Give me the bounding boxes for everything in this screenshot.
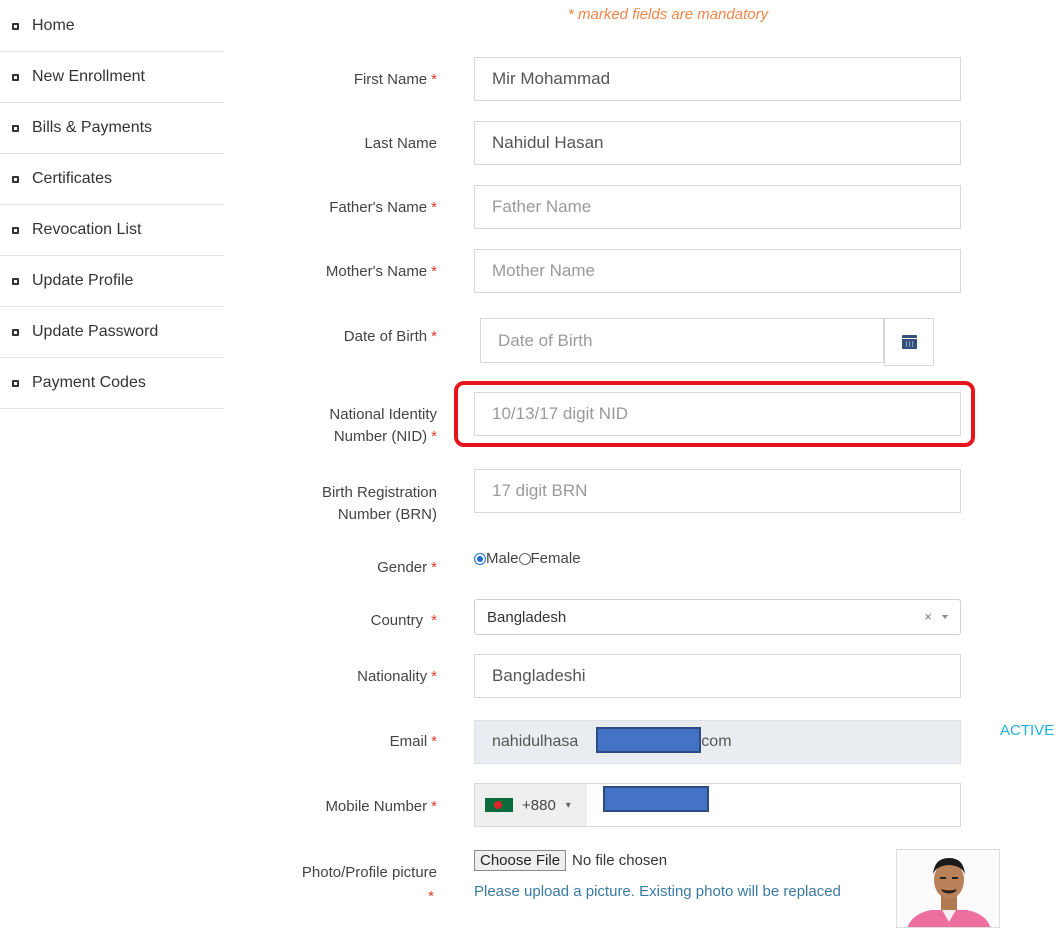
sidebar-item-update-password[interactable]: Update Password	[0, 307, 224, 358]
first-name-input[interactable]: Mir Mohammad	[474, 57, 961, 101]
father-name-input[interactable]: Father Name	[474, 185, 961, 229]
photo-label: Photo/Profile picture *	[301, 864, 437, 905]
sidebar-item-label: New Enrollment	[32, 68, 145, 85]
sidebar-item-payment-codes[interactable]: Payment Codes	[0, 358, 224, 409]
nid-highlight-box	[454, 381, 975, 447]
photo-file-picker: Choose File No file chosen	[474, 850, 667, 871]
chevron-down-icon: ▾	[565, 799, 571, 811]
required-marker: *	[431, 559, 437, 576]
country-label: Country *	[370, 612, 437, 629]
mandatory-note: * marked fields are mandatory	[568, 6, 769, 23]
profile-photo-image	[897, 850, 999, 927]
email-value-start: nahidulhasa	[492, 733, 579, 750]
mother-name-label: Mother's Name *	[325, 263, 437, 280]
required-marker: *	[431, 328, 437, 345]
profile-photo	[896, 849, 1000, 928]
sidebar-item-revocation-list[interactable]: Revocation List	[0, 205, 224, 256]
mobile-input[interactable]: +880 ▾	[474, 783, 961, 827]
sidebar-item-home[interactable]: Home	[0, 0, 224, 52]
father-name-label: Father's Name *	[329, 199, 437, 216]
clear-icon[interactable]: ×	[924, 609, 932, 624]
chevron-down-icon[interactable]	[942, 615, 948, 619]
country-code-dropdown[interactable]: +880 ▾	[475, 784, 587, 826]
gender-male-label: Male	[486, 550, 519, 567]
country-select-value: Bangladesh	[487, 608, 567, 626]
bullet-icon	[12, 176, 19, 183]
bullet-icon	[12, 329, 19, 336]
dob-input[interactable]: Date of Birth	[480, 318, 884, 363]
bullet-icon	[12, 227, 19, 234]
sidebar-item-label: Payment Codes	[32, 374, 146, 391]
bullet-icon	[12, 125, 19, 132]
bullet-icon	[12, 380, 19, 387]
sidebar-item-label: Update Password	[32, 323, 159, 340]
required-marker: *	[431, 668, 437, 685]
email-value-end: com	[701, 733, 732, 750]
last-name-label: Last Name	[364, 135, 437, 152]
sidebar-item-certificates[interactable]: Certificates	[0, 154, 224, 205]
email-input: nahidulhasa com	[474, 720, 961, 764]
nationality-input[interactable]: Bangladeshi	[474, 654, 961, 698]
brn-input[interactable]: 17 digit BRN	[474, 469, 961, 513]
gender-female-label: Female	[530, 550, 581, 567]
calendar-icon	[901, 335, 917, 349]
last-name-input[interactable]: Nahidul Hasan	[474, 121, 961, 165]
sidebar-item-label: Home	[32, 16, 75, 34]
gender-radio-group: Male Female	[474, 550, 581, 567]
bullet-icon	[12, 22, 19, 30]
choose-file-button[interactable]: Choose File	[474, 850, 567, 871]
sidebar-item-label: Update Profile	[32, 272, 134, 289]
redaction-box	[603, 786, 709, 812]
mobile-label: Mobile Number *	[325, 798, 437, 815]
file-status: No file chosen	[572, 852, 668, 869]
email-status-badge: ACTIVE	[1000, 722, 1055, 739]
mother-name-input[interactable]: Mother Name	[474, 249, 961, 293]
gender-female-radio[interactable]	[518, 552, 531, 565]
required-marker: *	[431, 798, 437, 815]
required-marker: *	[431, 199, 437, 216]
sidebar-item-bills-payments[interactable]: Bills & Payments	[0, 103, 224, 154]
dial-code: +880	[522, 796, 556, 814]
sidebar-nav: Home New Enrollment Bills & Payments Cer…	[0, 0, 224, 409]
dob-label: Date of Birth *	[343, 328, 437, 345]
nid-label: National Identity Number (NID) *	[329, 406, 437, 445]
brn-label: Birth Registration Number (BRN)	[321, 484, 437, 523]
calendar-button[interactable]	[884, 318, 934, 366]
required-marker: *	[431, 428, 437, 445]
required-marker: *	[431, 612, 437, 629]
gender-male-radio[interactable]	[474, 552, 486, 565]
bangladesh-flag-icon	[485, 798, 513, 812]
sidebar-item-label: Certificates	[32, 170, 113, 187]
bullet-icon	[12, 74, 19, 81]
country-select[interactable]: Bangladesh ×	[474, 599, 961, 635]
bullet-icon	[12, 278, 19, 285]
first-name-label: First Name *	[353, 71, 437, 88]
sidebar-item-label: Bills & Payments	[32, 119, 153, 136]
sidebar-item-update-profile[interactable]: Update Profile	[0, 256, 224, 307]
required-marker: *	[431, 733, 437, 750]
required-marker: *	[431, 71, 437, 88]
email-label: Email *	[389, 733, 437, 750]
sidebar-item-new-enrollment[interactable]: New Enrollment	[0, 52, 224, 103]
redaction-box	[596, 727, 701, 753]
nationality-label: Nationality *	[357, 668, 437, 685]
required-marker: *	[431, 263, 437, 280]
gender-label: Gender *	[377, 559, 437, 576]
required-marker: *	[428, 888, 434, 905]
photo-help-text: Please upload a picture. Existing photo …	[474, 883, 841, 900]
sidebar-item-label: Revocation List	[32, 221, 142, 238]
